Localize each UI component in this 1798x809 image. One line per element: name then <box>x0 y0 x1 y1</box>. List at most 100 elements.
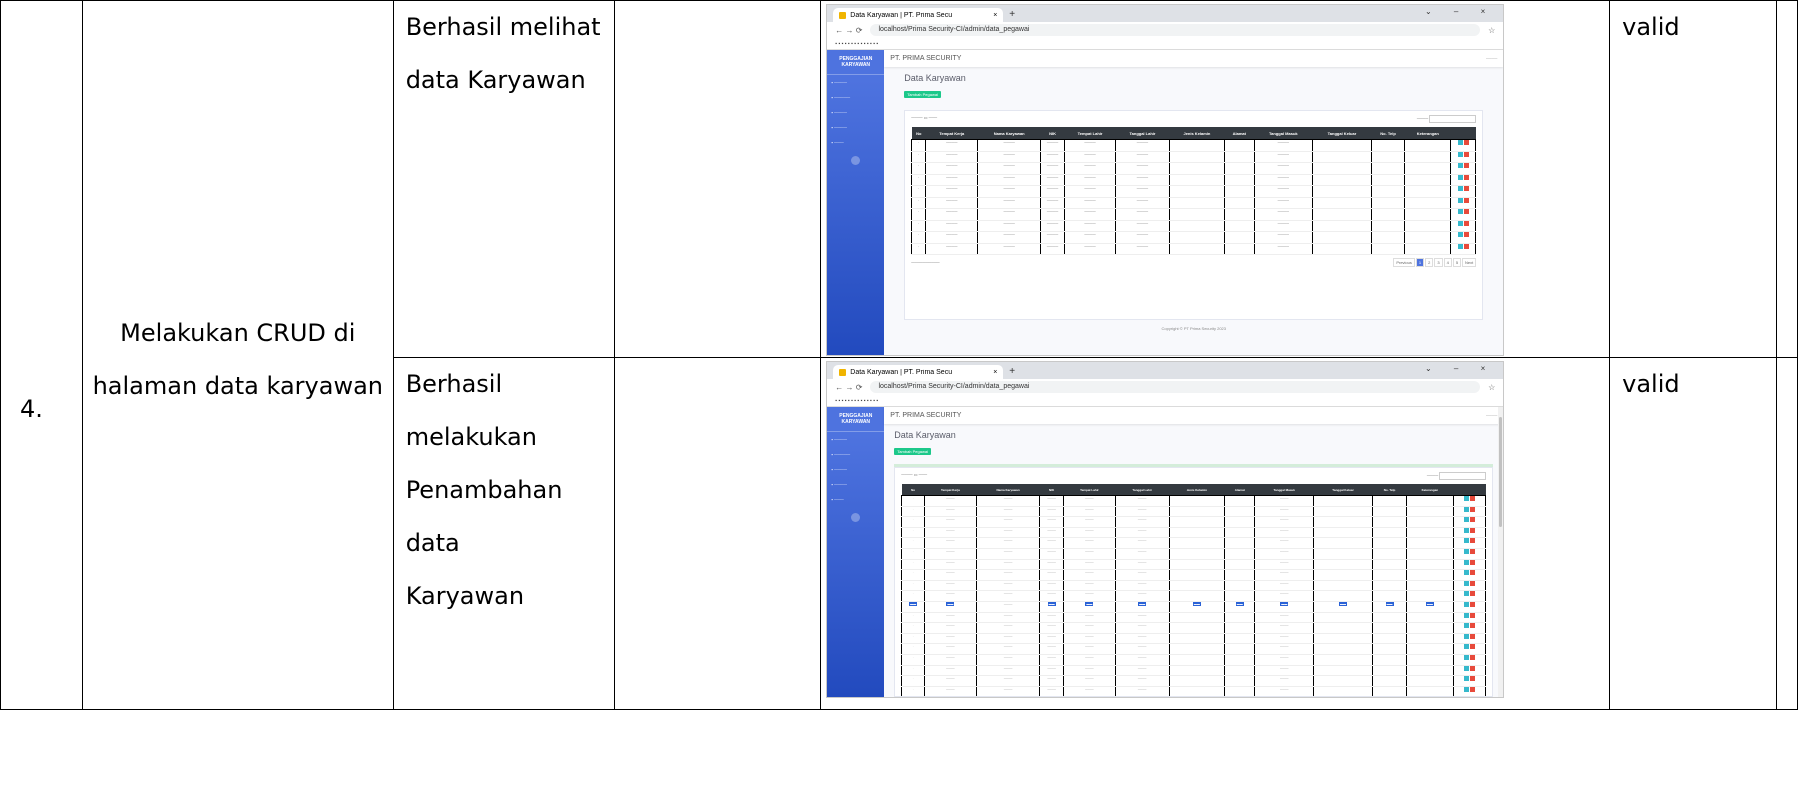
edit-icon[interactable] <box>1463 623 1469 629</box>
edit-icon[interactable] <box>1463 496 1469 501</box>
edit-icon[interactable] <box>1457 140 1463 146</box>
table-row[interactable]: · ──── ──── ──── ──── ──── ──── <box>901 516 1487 528</box>
column-header[interactable]: Alamat <box>1224 127 1254 140</box>
delete-icon[interactable] <box>1469 570 1475 576</box>
column-header[interactable]: Tanggal Masuk <box>1254 127 1313 140</box>
edit-icon[interactable] <box>1463 644 1469 650</box>
column-header[interactable]: NIK <box>1039 484 1064 496</box>
window-controls[interactable]: ⌄ – × <box>1425 364 1495 373</box>
delete-icon[interactable] <box>1469 538 1475 544</box>
delete-icon[interactable] <box>1469 644 1475 650</box>
edit-icon[interactable] <box>1463 665 1469 671</box>
table-row[interactable]: · ──── ──── ──── ──── ──── ──── <box>901 569 1487 581</box>
delete-icon[interactable] <box>1463 186 1469 192</box>
delete-icon[interactable] <box>1469 559 1475 565</box>
column-header[interactable]: Tanggal Lahir <box>1115 484 1170 496</box>
column-header[interactable]: Nama Karyawan <box>976 484 1040 496</box>
column-header[interactable]: Tanggal Masuk <box>1254 484 1314 496</box>
delete-icon[interactable] <box>1463 163 1469 169</box>
column-header[interactable]: Keterangan <box>1406 484 1454 496</box>
scrollbar[interactable] <box>1498 407 1504 697</box>
column-header[interactable]: Tempat Kerja <box>924 484 977 496</box>
table-row[interactable]: · ──── ──── ──── ──── ──── ──── <box>911 196 1477 209</box>
delete-icon[interactable] <box>1463 243 1469 249</box>
delete-icon[interactable] <box>1469 654 1475 660</box>
column-header[interactable]: Tempat Kerja <box>925 127 978 140</box>
delete-icon[interactable] <box>1469 686 1475 692</box>
edit-icon[interactable] <box>1463 527 1469 533</box>
table-row[interactable]: · ──── ──── ──── ──── ──── ──── <box>911 208 1477 221</box>
delete-icon[interactable] <box>1463 174 1469 180</box>
edit-icon[interactable] <box>1463 612 1469 618</box>
column-header[interactable]: No. Telp <box>1371 127 1405 140</box>
column-header[interactable]: Tanggal Lahir <box>1115 127 1170 140</box>
table-row[interactable]: · ──── ──── ──── ──── ──── ──── <box>901 547 1487 560</box>
edit-icon[interactable] <box>1457 220 1463 226</box>
edit-icon[interactable] <box>1457 151 1463 157</box>
table-row[interactable]: · ──── ──── ──── ──── ──── ──── <box>901 558 1487 571</box>
delete-icon[interactable] <box>1463 197 1469 203</box>
table-row[interactable]: · ──── ──── ──── ──── ──── ──── <box>901 611 1487 624</box>
edit-icon[interactable] <box>1457 197 1463 203</box>
column-header[interactable]: Jenis Kelamin <box>1169 484 1225 496</box>
delete-icon[interactable] <box>1469 506 1475 512</box>
browser-tab[interactable]: Data Karyawan | PT. Prima Secu × <box>833 365 1004 379</box>
column-header[interactable]: Nama Karyawan <box>977 127 1041 140</box>
table-row[interactable]: · ──── ──── ──── ──── ──── ──── <box>901 505 1487 518</box>
delete-icon[interactable] <box>1469 665 1475 671</box>
nav-arrows-icon[interactable]: ← → ⟳ <box>835 383 862 392</box>
edit-icon[interactable] <box>1463 559 1469 565</box>
table-row[interactable]: · ──── ──── ──── ──── ──── ──── <box>901 675 1487 687</box>
column-header[interactable]: Tempat Lahir <box>1064 127 1116 140</box>
new-tab-icon[interactable]: + <box>1009 8 1015 22</box>
edit-icon[interactable] <box>1457 209 1463 215</box>
new-tab-icon[interactable]: + <box>1009 365 1015 379</box>
delete-icon[interactable] <box>1463 151 1469 157</box>
delete-icon[interactable] <box>1469 676 1475 682</box>
table-row[interactable]: · ──── ──── ──── ──── ──── ──── <box>901 537 1487 549</box>
table-row[interactable]: ▬▬ ▬▬ ──── ▬▬ ▬▬ ▬▬ ▬▬ ▬▬ ▬▬ ▬▬ ▬▬ ▬▬ <box>901 600 1487 613</box>
column-header[interactable]: No <box>901 484 925 496</box>
edit-icon[interactable] <box>1463 633 1469 639</box>
table-row[interactable]: · ──── ──── ──── ──── ──── ──── <box>901 495 1487 507</box>
edit-icon[interactable] <box>1463 506 1469 512</box>
edit-icon[interactable] <box>1463 570 1469 576</box>
edit-icon[interactable] <box>1463 548 1469 554</box>
edit-icon[interactable] <box>1463 591 1469 597</box>
delete-icon[interactable] <box>1463 232 1469 238</box>
delete-icon[interactable] <box>1469 633 1475 639</box>
table-row[interactable]: · ──── ──── ──── ──── ──── ──── <box>911 150 1477 163</box>
star-icon[interactable]: ☆ <box>1488 26 1495 35</box>
delete-icon[interactable] <box>1469 623 1475 629</box>
delete-icon[interactable] <box>1469 591 1475 597</box>
edit-icon[interactable] <box>1463 517 1469 523</box>
edit-icon[interactable] <box>1463 676 1469 682</box>
table-row[interactable]: · ──── ──── ──── ──── ──── ──── <box>911 162 1477 175</box>
star-icon[interactable]: ☆ <box>1488 383 1495 392</box>
edit-icon[interactable] <box>1457 232 1463 238</box>
delete-icon[interactable] <box>1469 496 1475 501</box>
table-row[interactable]: · ──── ──── ──── ──── ──── ──── <box>901 643 1487 655</box>
table-row[interactable]: · ──── ──── ──── ──── ──── ──── <box>901 632 1487 645</box>
column-header[interactable]: No <box>911 127 926 140</box>
table-row[interactable]: · ──── ──── ──── ──── ──── ──── <box>901 653 1487 666</box>
edit-icon[interactable] <box>1463 538 1469 544</box>
table-row[interactable]: · ──── ──── ──── ──── ──── ──── <box>901 685 1487 696</box>
table-row[interactable]: · ──── ──── ──── ──── ──── ──── <box>911 173 1477 186</box>
table-row[interactable]: · ──── ──── ──── ──── ──── ──── <box>911 139 1477 152</box>
delete-icon[interactable] <box>1469 548 1475 554</box>
edit-icon[interactable] <box>1463 580 1469 586</box>
table-row[interactable]: · ──── ──── ──── ──── ──── ──── <box>901 579 1487 592</box>
add-employee-button[interactable]: Tambah Pegawai <box>894 448 931 455</box>
close-tab-icon[interactable]: × <box>993 369 997 376</box>
edit-icon[interactable] <box>1457 243 1463 249</box>
search-input[interactable] <box>1429 115 1477 123</box>
table-row[interactable]: · ──── ──── ──── ──── ──── ──── <box>901 664 1487 677</box>
table-row[interactable]: · ──── ──── ──── ──── ──── ──── <box>911 231 1477 244</box>
column-header[interactable]: NIK <box>1040 127 1065 140</box>
delete-icon[interactable] <box>1463 220 1469 226</box>
edit-icon[interactable] <box>1463 654 1469 660</box>
table-row[interactable]: · ──── ──── ──── ──── ──── ──── <box>911 242 1477 255</box>
column-header[interactable]: Tanggal Keluar <box>1313 484 1373 496</box>
url-bar[interactable]: localhost/Prima Security-CI/admin/data_p… <box>870 381 1481 393</box>
